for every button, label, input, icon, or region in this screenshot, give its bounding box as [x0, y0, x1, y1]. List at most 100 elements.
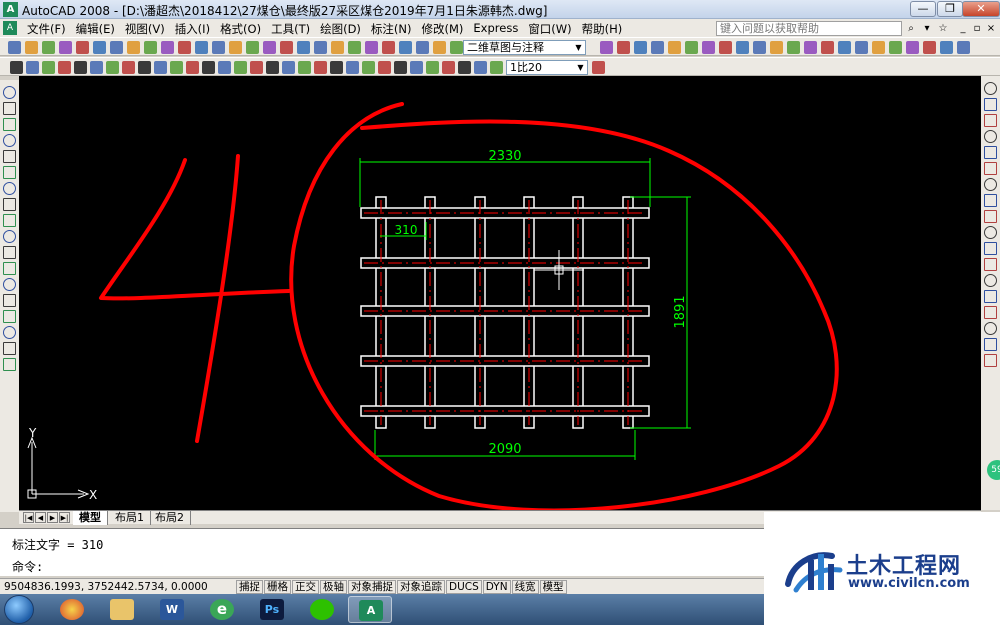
chevron-down-icon[interactable]: ▼: [575, 62, 586, 73]
dimension-tool-icon[interactable]: [26, 61, 39, 74]
modify-tool-icon[interactable]: [984, 146, 997, 159]
modify-tool-icon[interactable]: [984, 306, 997, 319]
tab-last-icon[interactable]: ▶|: [59, 512, 70, 523]
standard-tool-icon[interactable]: [957, 41, 970, 54]
dimension-tool-icon[interactable]: [394, 61, 407, 74]
dimension-tool-icon[interactable]: [138, 61, 151, 74]
modify-tool-icon[interactable]: [984, 114, 997, 127]
standard-tool-icon[interactable]: [889, 41, 902, 54]
standard-tool-icon[interactable]: [331, 41, 344, 54]
standard-tool-icon[interactable]: [212, 41, 225, 54]
draw-tool-icon[interactable]: [3, 294, 16, 307]
standard-tool-icon[interactable]: [433, 41, 446, 54]
modify-tool-icon[interactable]: [984, 210, 997, 223]
standard-tool-icon[interactable]: [719, 41, 732, 54]
standard-tool-icon[interactable]: [314, 41, 327, 54]
standard-tool-icon[interactable]: [906, 41, 919, 54]
dimension-tool-icon[interactable]: [10, 61, 23, 74]
standard-tool-icon[interactable]: [399, 41, 412, 54]
menu-item-11[interactable]: 帮助(H): [577, 21, 628, 37]
draw-tool-icon[interactable]: [3, 198, 16, 211]
standard-tool-icon[interactable]: [93, 41, 106, 54]
dimension-tool-icon[interactable]: [58, 61, 71, 74]
tab-prev-icon[interactable]: ◀: [35, 512, 46, 523]
standard-tool-icon[interactable]: [787, 41, 800, 54]
chevron-down-icon[interactable]: ▼: [573, 42, 584, 53]
dimension-tool-icon[interactable]: [490, 61, 503, 74]
dimension-tool-icon[interactable]: [362, 61, 375, 74]
modify-tool-icon[interactable]: [984, 178, 997, 191]
status-toggle-6[interactable]: DUCS: [446, 580, 482, 594]
document-icon[interactable]: A: [3, 21, 17, 35]
draw-tool-icon[interactable]: [3, 278, 16, 291]
standard-tool-icon[interactable]: [144, 41, 157, 54]
dimension-tool-icon[interactable]: [122, 61, 135, 74]
draw-tool-icon[interactable]: [3, 166, 16, 179]
menu-item-1[interactable]: 编辑(E): [71, 21, 120, 37]
badge-indicator[interactable]: 59: [987, 460, 1000, 480]
taskbar-word[interactable]: W: [150, 596, 194, 623]
dimension-tool-icon[interactable]: [234, 61, 247, 74]
doc-close-button[interactable]: ×: [984, 21, 998, 36]
draw-tool-icon[interactable]: [3, 262, 16, 275]
standard-tool-icon[interactable]: [127, 41, 140, 54]
draw-tool-icon[interactable]: [3, 326, 16, 339]
dimension-tool-icon[interactable]: [378, 61, 391, 74]
draw-tool-icon[interactable]: [3, 214, 16, 227]
standard-tool-icon[interactable]: [685, 41, 698, 54]
dimension-top[interactable]: 2330: [359, 149, 651, 207]
status-toggle-9[interactable]: 模型: [539, 580, 567, 594]
star-icon[interactable]: ☆: [936, 21, 950, 36]
dimension-tool-icon[interactable]: [170, 61, 183, 74]
tab-layout1[interactable]: 布局1: [109, 511, 151, 525]
standard-tool-icon[interactable]: [25, 41, 38, 54]
menu-item-5[interactable]: 工具(T): [266, 21, 315, 37]
standard-tool-icon[interactable]: [297, 41, 310, 54]
standard-tool-icon[interactable]: [76, 41, 89, 54]
status-toggle-4[interactable]: 对象捕捉: [348, 580, 396, 594]
modify-tool-icon[interactable]: [984, 226, 997, 239]
standard-tool-icon[interactable]: [753, 41, 766, 54]
scale-dropdown[interactable]: 1比20 ▼: [506, 60, 588, 75]
standard-tool-icon[interactable]: [416, 41, 429, 54]
status-toggle-8[interactable]: 线宽: [511, 580, 539, 594]
standard-tool-icon[interactable]: [450, 41, 463, 54]
status-toggle-0[interactable]: 捕捉: [236, 580, 263, 594]
draw-tool-icon[interactable]: [3, 246, 16, 259]
dimension-tool-icon[interactable]: [74, 61, 87, 74]
modify-tool-icon[interactable]: [984, 82, 997, 95]
standard-tool-icon[interactable]: [872, 41, 885, 54]
tab-layout2[interactable]: 布局2: [149, 511, 191, 525]
standard-tool-icon[interactable]: [178, 41, 191, 54]
menu-item-2[interactable]: 视图(V): [120, 21, 170, 37]
dimension-tool-icon[interactable]: [314, 61, 327, 74]
status-toggle-7[interactable]: DYN: [482, 580, 511, 594]
modify-tool-icon[interactable]: [984, 274, 997, 287]
dimension-tool-icon[interactable]: [266, 61, 279, 74]
status-toggle-2[interactable]: 正交: [292, 580, 319, 594]
menu-item-8[interactable]: 修改(M): [417, 21, 469, 37]
taskbar-explorer[interactable]: [100, 596, 144, 623]
standard-tool-icon[interactable]: [59, 41, 72, 54]
modify-tool-icon[interactable]: [984, 258, 997, 271]
doc-minimize-button[interactable]: _: [956, 21, 970, 36]
standard-tool-icon[interactable]: [263, 41, 276, 54]
dimension-tool-icon[interactable]: [282, 61, 295, 74]
standard-tool-icon[interactable]: [246, 41, 259, 54]
status-toggle-3[interactable]: 极轴: [320, 580, 347, 594]
standard-tool-icon[interactable]: [821, 41, 834, 54]
help-dropdown-icon[interactable]: ▾: [920, 21, 934, 36]
dimension-tool-icon[interactable]: [458, 61, 471, 74]
draw-tool-icon[interactable]: [3, 150, 16, 163]
standard-tool-icon[interactable]: [838, 41, 851, 54]
command-prompt[interactable]: 命令:: [12, 558, 43, 575]
dimension-tool-icon[interactable]: [410, 61, 423, 74]
draw-tool-icon[interactable]: [3, 182, 16, 195]
standard-tool-icon[interactable]: [617, 41, 630, 54]
draw-tool-icon[interactable]: [3, 118, 16, 131]
taskbar-wechat[interactable]: [300, 596, 344, 623]
menu-item-3[interactable]: 插入(I): [170, 21, 215, 37]
dimension-tool-icon[interactable]: [474, 61, 487, 74]
status-toggle-1[interactable]: 栅格: [264, 580, 291, 594]
standard-tool-icon[interactable]: [382, 41, 395, 54]
